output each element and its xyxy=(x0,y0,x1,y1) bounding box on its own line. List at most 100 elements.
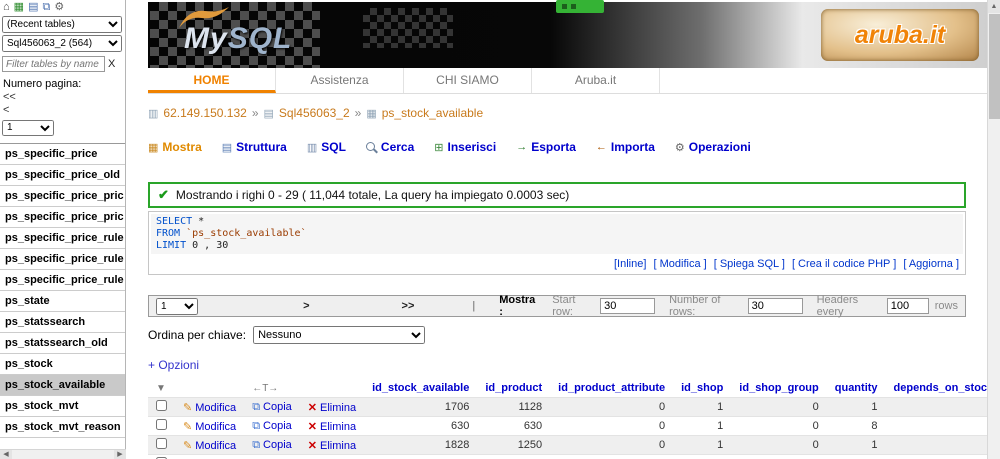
column-header-id-shop[interactable]: id_shop xyxy=(673,379,731,398)
row-checkbox[interactable] xyxy=(156,438,167,449)
start-row-label: Start row: xyxy=(552,294,595,318)
sidebar-table-item[interactable]: ps_specific_price xyxy=(0,144,125,165)
scroll-up-arrow-icon[interactable]: ▲ xyxy=(988,0,1000,13)
delete-link[interactable]: Elimina xyxy=(320,402,356,414)
cell-id-product-attribute: 0 xyxy=(550,417,673,436)
import-icon: ← xyxy=(596,141,607,153)
page-vertical-scrollbar[interactable]: ▲ xyxy=(987,0,1000,459)
recent-tables-select[interactable]: (Recent tables) xyxy=(2,16,122,33)
explain-sql-link[interactable]: [ Spiega SQL ] xyxy=(714,258,785,270)
nav-tab-chi-siamo[interactable]: CHI SIAMO xyxy=(404,68,532,93)
edit-query-link[interactable]: [ Modifica ] xyxy=(653,258,706,270)
sidebar-table-item[interactable]: ps_specific_price_rule xyxy=(0,228,125,249)
breadcrumb-table-link[interactable]: ps_stock_available xyxy=(382,106,483,120)
first-page-link[interactable]: << xyxy=(3,91,125,104)
breadcrumb-server-link[interactable]: 62.149.150.132 xyxy=(163,106,246,120)
row-checkbox[interactable] xyxy=(156,419,167,430)
sidebar-table-item[interactable]: ps_specific_price_rule xyxy=(0,249,125,270)
prev-page-link[interactable]: < xyxy=(3,104,125,117)
edit-link[interactable]: Modifica xyxy=(195,421,236,433)
table-icon: ▦ xyxy=(366,107,376,120)
tab-operations[interactable]: ⚙ Operazioni xyxy=(675,140,751,154)
sidebar-table-item[interactable]: ps_statssearch_old xyxy=(0,333,125,354)
page-number-select[interactable]: 1 xyxy=(2,120,54,136)
rows-label: rows xyxy=(935,300,958,312)
headers-every-input[interactable] xyxy=(887,298,929,314)
sidebar-table-item-selected[interactable]: ps_stock_available xyxy=(0,375,125,396)
copy-link[interactable]: Copia xyxy=(263,439,292,451)
docs-icon[interactable]: ⧉ xyxy=(42,1,50,13)
nav-tab-aruba[interactable]: Aruba.it xyxy=(532,68,660,93)
tab-structure[interactable]: ▤ Struttura xyxy=(222,140,287,154)
options-toggle-link[interactable]: + Opzioni xyxy=(148,358,199,372)
nav-tab-assistenza[interactable]: Assistenza xyxy=(276,68,404,93)
sidebar-horizontal-scrollbar[interactable]: ◀ ▶ xyxy=(0,449,126,459)
breadcrumb-database-link[interactable]: Sql456063_2 xyxy=(279,106,350,120)
nav-tab-home[interactable]: HOME xyxy=(148,68,276,93)
table-list-icon[interactable]: ▦ xyxy=(14,1,24,13)
tab-browse[interactable]: ▦ Mostra xyxy=(148,140,202,154)
tab-sql[interactable]: ▥ SQL xyxy=(307,140,346,154)
settings-icon[interactable]: ⚙ xyxy=(54,1,64,13)
result-page-select[interactable]: 1 xyxy=(156,298,198,315)
tab-import-label: Importa xyxy=(611,140,655,154)
sidebar-table-item[interactable]: ps_state xyxy=(0,291,125,312)
column-header-id-product[interactable]: id_product xyxy=(477,379,550,398)
scroll-right-arrow-icon[interactable]: ▶ xyxy=(114,450,126,459)
headers-every-label: Headers every xyxy=(817,294,882,318)
home-icon[interactable]: ⌂ xyxy=(3,1,10,13)
breadcrumb: ▥ 62.149.150.132 » ▤ Sql456063_2 » ▦ ps_… xyxy=(148,106,987,120)
last-page-button[interactable]: >> xyxy=(402,300,415,312)
scrollbar-thumb[interactable] xyxy=(989,14,1000,119)
scroll-left-arrow-icon[interactable]: ◀ xyxy=(0,450,12,459)
cell-id-product: 1250 xyxy=(477,436,550,455)
tab-search[interactable]: Cerca xyxy=(366,140,414,154)
sidebar-table-item[interactable]: ps_stock_mvt_reason xyxy=(0,417,125,438)
sidebar-table-item[interactable]: ps_stock xyxy=(0,354,125,375)
column-order-toggle-icon[interactable]: ←T→ xyxy=(252,383,278,394)
start-row-input[interactable] xyxy=(600,298,655,314)
aruba-logo[interactable]: aruba.it xyxy=(821,9,979,61)
delete-link[interactable]: Elimina xyxy=(320,421,356,433)
column-header-depends-on-stock[interactable]: depends_on_stock xyxy=(886,379,987,398)
delete-link[interactable]: Elimina xyxy=(320,440,356,452)
sidebar-table-item[interactable]: ps_specific_price_pric xyxy=(0,207,125,228)
sidebar-table-item[interactable]: ps_stock_mvt xyxy=(0,396,125,417)
column-header-id-stock-available[interactable]: id_stock_available xyxy=(364,379,477,398)
tab-insert[interactable]: ⊞ Inserisci xyxy=(434,140,496,154)
tab-export-label: Esporta xyxy=(531,140,576,154)
tab-import[interactable]: ← Importa xyxy=(596,140,655,154)
column-header-quantity[interactable]: quantity xyxy=(827,379,886,398)
column-header-id-product-attribute[interactable]: id_product_attribute xyxy=(550,379,673,398)
top-green-badge xyxy=(556,0,604,13)
with-selected-dropdown-icon[interactable]: ▼ xyxy=(156,383,166,394)
site-navbar: HOME Assistenza CHI SIAMO Aruba.it xyxy=(148,68,987,94)
success-check-icon: ✔ xyxy=(158,187,169,203)
delete-icon: ✕ xyxy=(308,440,317,452)
sidebar-table-item[interactable]: ps_specific_price_rule xyxy=(0,270,125,291)
column-header-id-shop-group[interactable]: id_shop_group xyxy=(731,379,826,398)
sidebar-table-item[interactable]: ps_specific_price_pric xyxy=(0,186,125,207)
row-checkbox[interactable] xyxy=(156,400,167,411)
sql-identifier: `ps_stock_available` xyxy=(180,228,306,239)
copy-link[interactable]: Copia xyxy=(263,401,292,413)
copy-link[interactable]: Copia xyxy=(263,420,292,432)
next-page-button[interactable]: > xyxy=(303,300,309,312)
sql-window-icon[interactable]: ▤ xyxy=(28,1,38,13)
sql-keyword: LIMIT xyxy=(156,240,186,251)
tab-export[interactable]: → Esporta xyxy=(516,140,576,154)
cell-depends-on-stock: 0 xyxy=(886,417,987,436)
sidebar-table-item[interactable]: ps_specific_price_old xyxy=(0,165,125,186)
inline-edit-link[interactable]: [Inline] xyxy=(614,258,646,270)
table-filter-input[interactable] xyxy=(2,56,105,72)
sort-by-key-label: Ordina per chiave: xyxy=(148,328,246,342)
number-of-rows-input[interactable] xyxy=(748,298,803,314)
clear-filter-button[interactable]: X xyxy=(108,58,115,70)
sidebar-table-item[interactable]: ps_statssearch xyxy=(0,312,125,333)
refresh-link[interactable]: [ Aggiorna ] xyxy=(903,258,959,270)
edit-link[interactable]: Modifica xyxy=(195,402,236,414)
create-php-code-link[interactable]: [ Crea il codice PHP ] xyxy=(792,258,896,270)
edit-link[interactable]: Modifica xyxy=(195,440,236,452)
database-select[interactable]: Sql456063_2 (564) xyxy=(2,35,122,52)
sort-by-key-select[interactable]: Nessuno xyxy=(253,326,425,344)
